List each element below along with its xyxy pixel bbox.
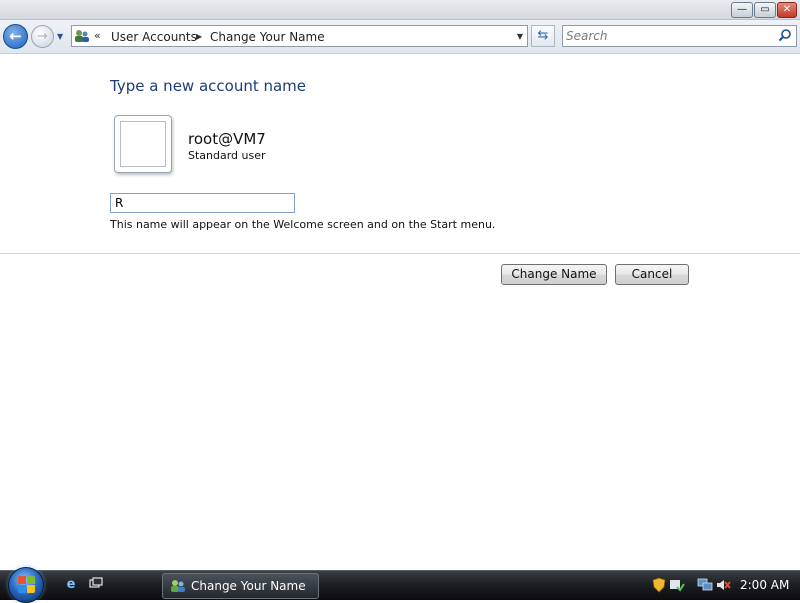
address-bar[interactable]: « User Accounts ▶ Change Your Name ▼ <box>71 25 528 47</box>
breadcrumb-change-your-name[interactable]: Change Your Name <box>210 29 325 45</box>
back-button[interactable]: ← <box>3 24 28 49</box>
user-accounts-icon <box>170 578 186 594</box>
security-shield-icon[interactable] <box>652 577 666 593</box>
change-name-button[interactable]: Change Name <box>501 264 607 285</box>
new-account-name-input[interactable] <box>110 193 295 213</box>
taskbar-item-label: Change Your Name <box>191 579 306 593</box>
breadcrumb-separator-icon[interactable]: ▶ <box>196 29 202 45</box>
avatar <box>114 115 172 173</box>
divider <box>0 253 800 254</box>
internet-explorer-icon[interactable]: e <box>63 577 79 593</box>
maximize-button[interactable]: ▭ <box>754 2 776 18</box>
search-box[interactable] <box>562 25 797 47</box>
content-pane: Type a new account name root@VM7 Standar… <box>0 55 800 570</box>
breadcrumb-user-accounts[interactable]: User Accounts <box>111 29 197 45</box>
start-button[interactable] <box>8 567 44 603</box>
taskbar-item-change-your-name[interactable]: Change Your Name <box>162 573 319 599</box>
security-center-icon[interactable] <box>669 577 685 593</box>
account-type: Standard user <box>188 149 266 162</box>
forward-button[interactable]: → <box>31 25 54 48</box>
page-title: Type a new account name <box>110 77 307 95</box>
close-button[interactable]: ✕ <box>777 2 797 18</box>
taskbar: e Change Your Name 2:00 AM <box>0 567 800 603</box>
user-accounts-icon <box>74 28 90 44</box>
windows-logo-icon <box>18 576 36 594</box>
show-desktop-icon[interactable] <box>88 577 104 593</box>
breadcrumb-overflow-icon[interactable]: « <box>94 28 101 44</box>
volume-muted-icon[interactable] <box>715 577 731 593</box>
network-icon[interactable] <box>697 577 713 593</box>
search-icon[interactable] <box>777 28 793 44</box>
title-bar[interactable]: — ▭ ✕ <box>0 0 800 20</box>
recent-pages-dropdown-icon[interactable]: ▼ <box>57 32 63 41</box>
control-panel-window: — ▭ ✕ ← → ▼ « User Accounts ▶ Change You… <box>0 0 800 570</box>
minimize-button[interactable]: — <box>731 2 753 18</box>
cancel-button[interactable]: Cancel <box>615 264 689 285</box>
account-name: root@VM7 <box>188 130 266 148</box>
refresh-button[interactable]: ⇆ <box>531 25 555 47</box>
navigation-bar: ← → ▼ « User Accounts ▶ Change Your Name… <box>0 20 800 54</box>
name-hint-text: This name will appear on the Welcome scr… <box>110 218 496 231</box>
avatar-picture <box>120 121 166 167</box>
address-dropdown-icon[interactable]: ▼ <box>517 29 523 45</box>
system-clock[interactable]: 2:00 AM <box>740 578 789 592</box>
search-input[interactable] <box>566 28 766 44</box>
